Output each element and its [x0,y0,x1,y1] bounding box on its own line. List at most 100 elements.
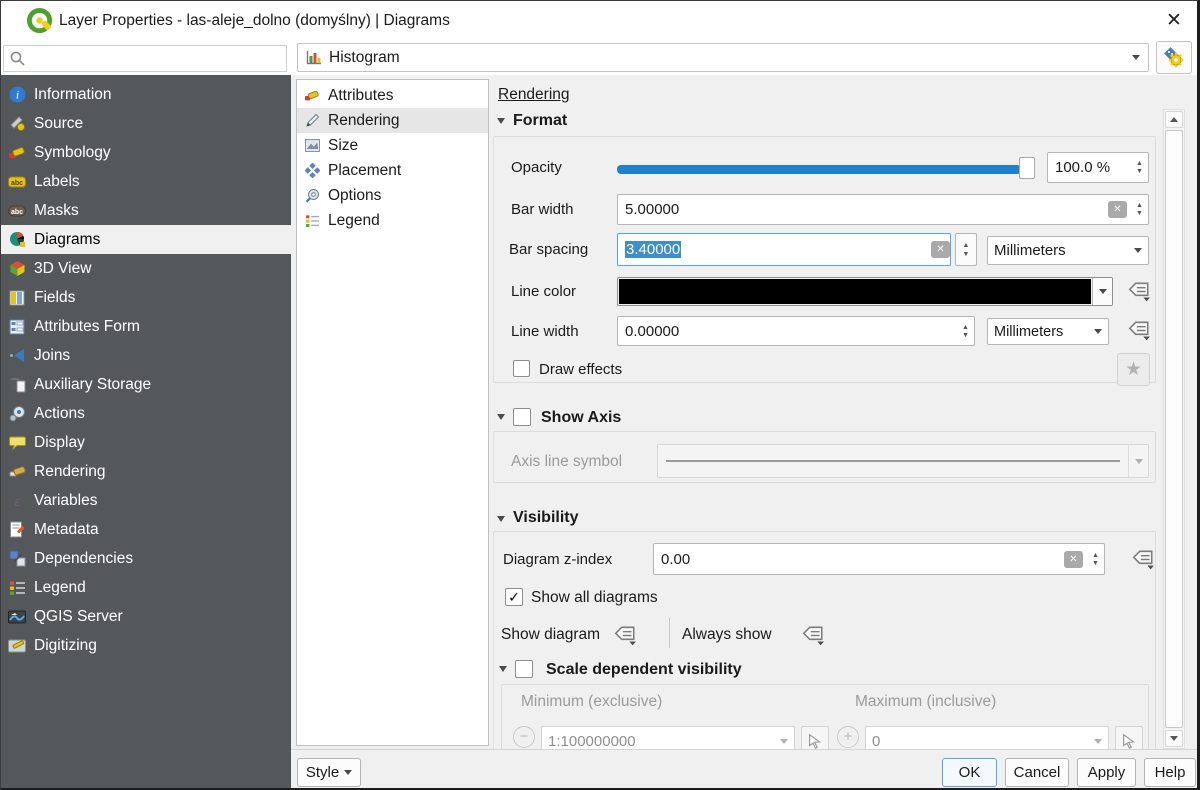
style-menu-button[interactable]: Style [297,758,361,787]
show-all-diagrams-checkbox[interactable]: ✓ [505,588,523,606]
clear-value-icon[interactable]: ✕ [1108,201,1127,218]
sidebar-item-actions[interactable]: Actions [1,399,291,428]
show-diagram-label: Show diagram [501,626,600,644]
sidebar-item-labels[interactable]: abc Labels [1,167,291,196]
show-axis-checkbox[interactable] [513,408,531,426]
opacity-slider[interactable] [617,165,1021,174]
minimum-scale-label: Minimum (exclusive) [521,693,662,711]
sidebar-item-auxiliary-storage[interactable]: Auxiliary Storage [1,370,291,399]
show-diagram-data-defined-button[interactable] [611,623,639,647]
sidebar-item-diagrams[interactable]: Diagrams [1,225,291,254]
sidebar-item-label: Auxiliary Storage [34,376,151,394]
scroll-down-button[interactable] [1165,730,1183,747]
sidebar-item-qgis-server[interactable]: QGIS Server [1,602,291,631]
automated-placement-settings-button[interactable] [1156,41,1192,74]
sidebar-item-information[interactable]: i Information [1,80,291,109]
scrollbar-thumb[interactable] [1165,130,1183,728]
sidebar-item-label: Actions [34,405,85,423]
apply-button[interactable]: Apply [1077,758,1136,787]
sidebar-item-attributes-form[interactable]: Attributes Form [1,312,291,341]
symbology-icon [8,144,26,162]
scroll-up-button[interactable] [1165,111,1183,128]
always-show-data-defined-button[interactable] [799,623,827,647]
scale-dependent-collapse-icon[interactable] [499,666,507,672]
opacity-slider-handle[interactable] [1019,157,1035,179]
format-section-title: Format [513,112,567,130]
sidebar-item-label: QGIS Server [34,608,123,626]
diagram-z-index-spinbox[interactable]: 0.00 ✕ ▲▼ [653,543,1105,575]
help-button[interactable]: Help [1144,758,1196,787]
search-icon [9,50,26,67]
scale-dependent-checkbox[interactable] [515,660,533,678]
visibility-collapse-icon[interactable] [497,516,505,522]
tab-rendering[interactable]: Rendering [297,108,488,133]
format-collapse-icon[interactable] [497,118,505,124]
map-pointer-icon [806,732,824,749]
opacity-spin-buttons[interactable]: ▲▼ [1131,160,1148,175]
bar-spacing-spin-buttons[interactable]: ▲▼ [955,233,977,266]
sidebar-item-dependencies[interactable]: Dependencies [1,544,291,573]
tab-placement[interactable]: Placement [297,158,488,183]
maximum-scale-combobox[interactable]: 0 [865,726,1109,749]
panel-heading: Rendering [498,86,570,104]
draw-effects-checkbox[interactable] [513,360,530,377]
z-index-data-defined-button[interactable] [1127,545,1159,574]
clear-value-icon[interactable]: ✕ [931,241,950,258]
search-input[interactable] [26,49,286,69]
cancel-button[interactable]: Cancel [1005,758,1069,787]
size-icon [303,137,321,155]
sidebar-item-rendering[interactable]: Rendering [1,457,291,486]
axis-line-symbol-label: Axis line symbol [511,453,622,471]
vertical-scrollbar[interactable] [1163,109,1185,749]
set-max-scale-from-canvas-button[interactable] [1115,726,1143,749]
line-color-data-defined-button[interactable] [1123,277,1155,306]
clear-value-icon[interactable]: ✕ [1064,551,1083,568]
line-width-spinbox[interactable]: 0.00000 ▲▼ [617,316,975,346]
tab-label: Placement [328,162,401,180]
tab-size[interactable]: Size [297,133,488,158]
bar-spacing-unit-combobox[interactable]: Millimeters [987,236,1149,265]
line-color-dropdown-arrow[interactable] [1092,278,1112,305]
close-icon[interactable]: ✕ [1157,6,1191,36]
tab-legend[interactable]: Legend [297,208,488,233]
bar-width-spinbox[interactable]: 5.00000 ✕ ▲▼ [617,194,1149,225]
sidebar-item-label: Display [34,434,85,452]
diagram-type-combobox[interactable]: Histogram [297,43,1149,72]
joins-icon [8,347,26,365]
ok-button[interactable]: OK [942,758,997,787]
line-width-data-defined-button[interactable] [1123,316,1155,345]
title-bar: Layer Properties - las-aleje_dolno (domy… [1,1,1200,41]
sidebar-item-symbology[interactable]: Symbology [1,138,291,167]
sidebar-item-fields[interactable]: Fields [1,283,291,312]
sidebar-item-label: 3D View [34,260,91,278]
sidebar-item-source[interactable]: Source [1,109,291,138]
tab-attributes[interactable]: Attributes [297,83,488,108]
diagram-z-index-spin-buttons[interactable]: ▲▼ [1087,552,1104,567]
sidebar-item-3d-view[interactable]: 3D View [1,254,291,283]
opacity-spinbox[interactable]: 100.0 % ▲▼ [1047,152,1149,183]
sidebar-item-joins[interactable]: Joins [1,341,291,370]
sidebar-item-label: Labels [34,173,80,191]
minimum-scale-combobox[interactable]: 1:100000000 [541,726,795,749]
sidebar-item-masks[interactable]: abc Masks [1,196,291,225]
bar-width-spin-buttons[interactable]: ▲▼ [1131,202,1148,217]
set-min-scale-from-canvas-button[interactable] [801,726,829,749]
sidebar-item-display[interactable]: Display [1,428,291,457]
sidebar-item-digitizing[interactable]: Digitizing [1,631,291,660]
sidebar-item-label: Information [34,86,112,104]
sidebar-item-legend[interactable]: Legend [1,573,291,602]
actions-icon [8,405,26,423]
line-width-spin-buttons[interactable]: ▲▼ [957,324,974,339]
bar-spacing-unit-value: Millimeters [994,242,1066,259]
customize-effects-button[interactable]: ★ [1117,353,1150,386]
sidebar-item-variables[interactable]: ε Variables [1,486,291,515]
line-width-unit-combobox[interactable]: Millimeters [987,318,1109,345]
tab-options[interactable]: Options [297,183,488,208]
sidebar-item-metadata[interactable]: Metadata [1,515,291,544]
line-color-button[interactable] [617,277,1113,306]
svg-text:i: i [15,88,18,102]
cancel-button-label: Cancel [1014,764,1061,781]
bar-spacing-field[interactable]: 3.40000 ✕ [617,233,951,266]
legend-list-icon [303,212,321,230]
show-axis-collapse-icon[interactable] [497,414,505,420]
